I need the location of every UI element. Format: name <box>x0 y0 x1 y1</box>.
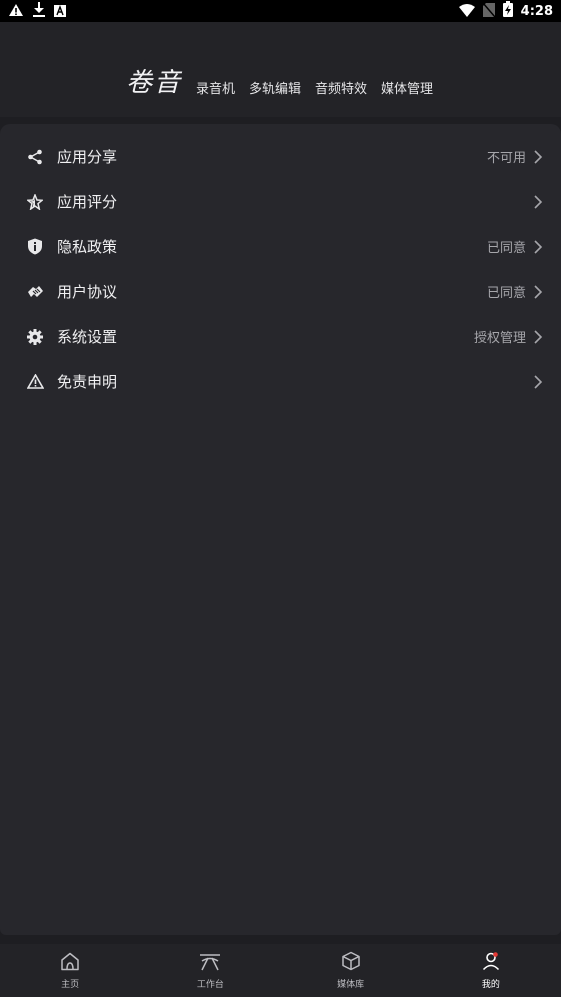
nav-item-home[interactable]: 主页 <box>0 944 140 997</box>
menu-item-app-share[interactable]: 应用分享 不可用 <box>0 134 561 179</box>
user-icon <box>481 951 501 975</box>
cube-icon <box>341 951 361 975</box>
menu-item-system-settings[interactable]: 系统设置 授权管理 <box>0 314 561 359</box>
bottom-nav: 主页 工作台 媒体库 我的 <box>0 944 561 997</box>
workbench-icon <box>198 952 222 975</box>
chevron-right-icon <box>531 148 545 166</box>
menu-item-label: 系统设置 <box>57 328 118 346</box>
feature-tag: 音频特效 <box>315 82 368 97</box>
home-icon <box>60 952 80 975</box>
menu-item-app-rating[interactable]: 应用评分 <box>0 179 561 224</box>
wifi-icon <box>458 2 475 21</box>
menu-item-value: 不可用 <box>486 151 526 166</box>
menu-item-label: 免责申明 <box>57 373 118 391</box>
nav-label: 工作台 <box>196 979 224 990</box>
no-sim-icon <box>482 2 496 21</box>
chevron-right-icon <box>531 283 545 301</box>
nav-item-mine[interactable]: 我的 <box>421 944 561 997</box>
star-rate-icon <box>26 193 44 211</box>
nav-label: 媒体库 <box>337 980 365 990</box>
menu-item-user-agreement[interactable]: 用户协议 已同意 <box>0 269 561 314</box>
app-notification-icon <box>54 2 66 21</box>
chevron-right-icon <box>531 328 545 346</box>
menu-item-value: 授权管理 <box>473 331 526 346</box>
share-icon <box>26 148 44 166</box>
status-time: 4:28 <box>520 3 553 19</box>
menu-item-label: 应用评分 <box>57 193 118 211</box>
nav-item-workbench[interactable]: 工作台 <box>140 944 280 997</box>
feature-tag: 媒体管理 <box>381 82 434 97</box>
feature-tag: 录音机 <box>196 82 236 97</box>
nav-label: 我的 <box>481 980 500 990</box>
chevron-right-icon <box>531 238 545 256</box>
nav-item-media-library[interactable]: 媒体库 <box>281 944 421 997</box>
status-left <box>8 1 66 21</box>
app-header: 卷音 录音机 多轨编辑 音频特效 媒体管理 <box>0 22 561 117</box>
menu-item-label: 用户协议 <box>57 283 118 301</box>
menu-item-disclaimer[interactable]: 免责申明 <box>0 359 561 404</box>
warning-icon <box>8 2 24 21</box>
menu-item-value: 已同意 <box>486 241 526 256</box>
gear-icon <box>26 328 44 346</box>
menu-item-privacy-policy[interactable]: 隐私政策 已同意 <box>0 224 561 269</box>
shield-info-icon <box>26 238 44 256</box>
status-bar: 4:28 <box>0 0 561 22</box>
warning-triangle-icon <box>26 373 44 391</box>
app-brand: 卷音 <box>126 68 183 98</box>
feature-tags: 录音机 多轨编辑 音频特效 媒体管理 <box>196 78 439 97</box>
status-right: 4:28 <box>458 1 553 21</box>
battery-charging-icon <box>502 1 513 21</box>
handshake-icon <box>26 283 44 301</box>
download-icon <box>32 1 46 21</box>
nav-label: 主页 <box>61 979 80 990</box>
feature-tag: 多轨编辑 <box>249 82 302 97</box>
chevron-right-icon <box>531 373 545 391</box>
menu-item-label: 隐私政策 <box>57 238 118 256</box>
chevron-right-icon <box>531 193 545 211</box>
menu-item-value: 已同意 <box>486 286 526 301</box>
menu-item-label: 应用分享 <box>57 148 118 166</box>
settings-panel: 应用分享 不可用 应用评分 隐私政策 已同意 用户协议 已同意 系统设置 授权管… <box>0 124 561 935</box>
